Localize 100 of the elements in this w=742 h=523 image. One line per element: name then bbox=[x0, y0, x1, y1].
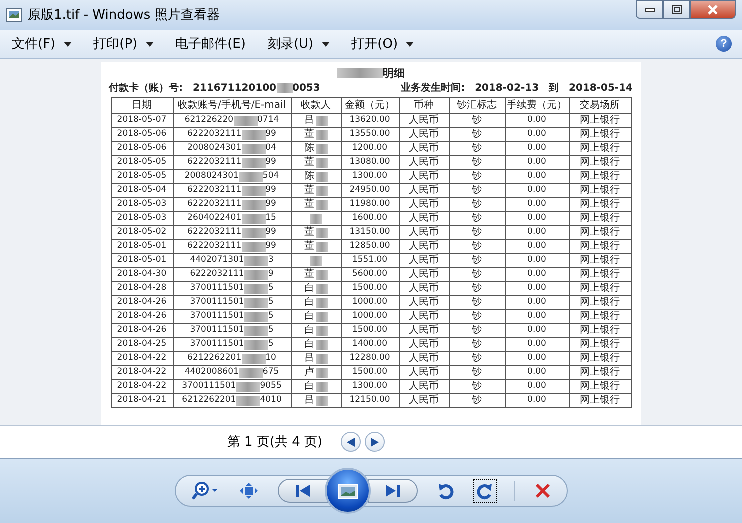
table-cell: 白 bbox=[304, 324, 314, 337]
table-cell: 网上银行 bbox=[569, 380, 631, 394]
table-cell: 钞 bbox=[449, 282, 505, 296]
table-cell: 99 bbox=[266, 198, 276, 211]
table-cell: 钞 bbox=[449, 254, 505, 268]
document-title: 明细 bbox=[383, 66, 405, 80]
blur-mask bbox=[316, 270, 328, 280]
table-cell: 吕 bbox=[304, 114, 314, 127]
rotate-right-icon bbox=[476, 482, 494, 500]
skip-forward-icon bbox=[386, 485, 400, 497]
close-button[interactable] bbox=[690, 0, 736, 19]
field-label: 到 bbox=[549, 82, 560, 95]
table-cell: 网上银行 bbox=[569, 394, 631, 408]
menu-item[interactable]: 刻录(U) bbox=[266, 33, 332, 55]
table-cell: 2018-05-03 bbox=[111, 212, 173, 226]
table-cell: 白 bbox=[304, 310, 314, 323]
close-icon bbox=[707, 4, 719, 14]
table-cell: 11980.00 bbox=[341, 198, 399, 212]
field-label: 业务发生时间: bbox=[401, 82, 466, 95]
blur-mask bbox=[316, 186, 328, 196]
table-cell: 2018-05-04 bbox=[111, 184, 173, 198]
table-cell: 15 bbox=[266, 212, 276, 225]
table-cell: 0.00 bbox=[505, 366, 569, 380]
table-cell: 1551.00 bbox=[341, 254, 399, 268]
column-header: 交易场所 bbox=[569, 98, 631, 114]
table-cell: 2018-05-01 bbox=[111, 240, 173, 254]
column-header: 币种 bbox=[399, 98, 449, 114]
blur-mask bbox=[316, 298, 328, 308]
table-cell: 网上银行 bbox=[569, 142, 631, 156]
table-cell: 0.00 bbox=[505, 268, 569, 282]
table-cell: 2018-04-21 bbox=[111, 394, 173, 408]
table-cell: 0.00 bbox=[505, 226, 569, 240]
maximize-button[interactable] bbox=[663, 0, 690, 19]
table-cell: 董 bbox=[304, 156, 314, 169]
table-cell: 0.00 bbox=[505, 394, 569, 408]
table-cell: 0.00 bbox=[505, 324, 569, 338]
minimize-button[interactable] bbox=[636, 0, 663, 19]
blur-mask bbox=[276, 83, 292, 93]
table-cell: 3700111501 bbox=[190, 324, 244, 337]
fit-to-window-button[interactable] bbox=[238, 481, 260, 501]
blur-mask bbox=[316, 354, 328, 364]
table-cell: 白 bbox=[304, 380, 314, 393]
blur-mask bbox=[316, 116, 328, 126]
table-cell: 3700111501 bbox=[190, 282, 244, 295]
table-cell: 白 bbox=[304, 282, 314, 295]
table-cell: 2008024301 bbox=[184, 170, 239, 183]
blur-mask bbox=[316, 340, 328, 350]
table-cell: 钞 bbox=[449, 380, 505, 394]
table-cell: 白 bbox=[304, 296, 314, 309]
previous-page-button[interactable] bbox=[340, 432, 361, 452]
table-cell: 0.00 bbox=[505, 338, 569, 352]
menu-item[interactable]: 打开(O) bbox=[350, 33, 416, 55]
restore-icon bbox=[672, 5, 682, 14]
window-title: 原版1.tif - Windows 照片查看器 bbox=[28, 7, 221, 24]
column-header: 收款账号/手机号/E-mail bbox=[173, 98, 291, 114]
table-cell: 3700111501 bbox=[190, 310, 244, 323]
table-cell: 网上银行 bbox=[569, 296, 631, 310]
column-header: 手续费（元） bbox=[505, 98, 569, 114]
table-cell: 人民币 bbox=[399, 226, 449, 240]
table-cell: 99 bbox=[266, 226, 276, 239]
next-button[interactable] bbox=[368, 479, 418, 503]
table-cell: 钞 bbox=[449, 324, 505, 338]
slideshow-button[interactable] bbox=[324, 468, 370, 514]
blur-mask bbox=[244, 256, 268, 266]
menu-item[interactable]: 文件(F) bbox=[10, 33, 74, 55]
table-cell: 4402071301 bbox=[190, 254, 244, 267]
next-page-button[interactable] bbox=[364, 432, 385, 452]
blur-mask bbox=[242, 186, 266, 196]
blur-mask bbox=[316, 382, 328, 392]
table-cell: 0.00 bbox=[505, 156, 569, 170]
blur-mask bbox=[238, 172, 263, 182]
skip-back-icon bbox=[296, 485, 310, 497]
table-cell: 5 bbox=[268, 324, 274, 337]
table-cell: 0.00 bbox=[505, 240, 569, 254]
table-cell: 3 bbox=[268, 254, 274, 267]
table-cell: 人民币 bbox=[399, 254, 449, 268]
table-cell: 12280.00 bbox=[341, 352, 399, 366]
table-cell: 人民币 bbox=[399, 282, 449, 296]
table-cell: 2018-04-26 bbox=[111, 324, 173, 338]
column-header: 收款人 bbox=[291, 98, 341, 114]
menu-item[interactable]: 打印(P) bbox=[92, 33, 156, 55]
table-cell: 陈 bbox=[304, 142, 314, 155]
table-cell: 0.00 bbox=[505, 212, 569, 226]
table-cell: 人民币 bbox=[399, 324, 449, 338]
rotate-clockwise-button[interactable] bbox=[474, 480, 496, 502]
table-cell: 3700111501 bbox=[190, 296, 244, 309]
blur-mask bbox=[316, 130, 328, 140]
previous-button[interactable] bbox=[278, 479, 328, 503]
menu-item[interactable]: 电子邮件(E) bbox=[174, 33, 248, 55]
table-cell: 钞 bbox=[449, 212, 505, 226]
table-cell: 钞 bbox=[449, 170, 505, 184]
zoom-button[interactable] bbox=[190, 480, 220, 502]
table-cell: 2018-05-05 bbox=[111, 156, 173, 170]
table-cell: 网上银行 bbox=[569, 212, 631, 226]
table-cell: 2018-05-06 bbox=[111, 128, 173, 142]
table-cell: 6222032111 bbox=[188, 240, 242, 253]
table-cell: 网上银行 bbox=[569, 156, 631, 170]
card-number: 211671120100 bbox=[193, 82, 276, 94]
table-cell: 人民币 bbox=[399, 128, 449, 142]
table-cell: 钞 bbox=[449, 240, 505, 254]
